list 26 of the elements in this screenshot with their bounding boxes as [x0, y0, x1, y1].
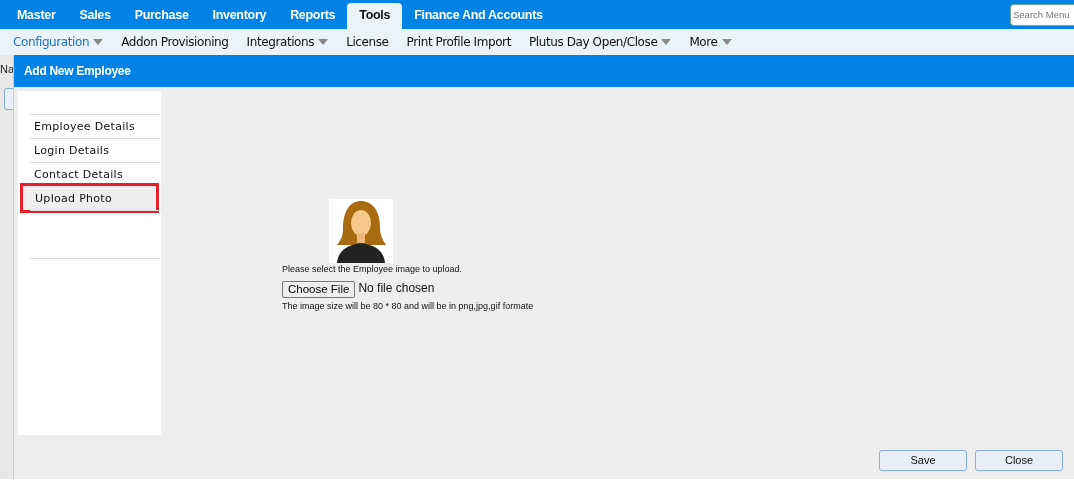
submenu-item[interactable]: More	[680, 33, 741, 51]
upload-hint: The image size will be 80 * 80 and will be in png,jpg,gif formate	[282, 299, 534, 313]
sidebar-item[interactable]: Login Details	[30, 138, 161, 162]
menu-tab[interactable]: Sales	[67, 3, 123, 29]
dialog-title: Add New Employee	[14, 55, 1074, 87]
submenu-item[interactable]: Print Profile Import	[397, 33, 520, 51]
file-status: No file chosen	[358, 280, 435, 297]
choose-file-button[interactable]: Choose File	[282, 280, 356, 298]
submenu-item[interactable]: License	[337, 33, 398, 51]
menu-tab[interactable]: Inventory	[200, 3, 279, 29]
avatar-icon	[329, 199, 393, 263]
upload-instruction: Please select the Employee image to upload.	[282, 263, 464, 276]
submenu-item[interactable]: Plutus Day Open/Close	[519, 33, 681, 51]
close-button[interactable]: Close	[975, 450, 1063, 471]
menu-tab[interactable]: Reports	[278, 3, 348, 29]
submenu-item[interactable]: Configuration	[4, 33, 113, 51]
menu-tab[interactable]: Tools	[347, 3, 403, 29]
search-field[interactable]: Search Menu	[1010, 3, 1074, 26]
menu-tab[interactable]: Purchase	[122, 3, 201, 29]
submenu-item[interactable]: Addon Provisioning	[112, 33, 238, 51]
sidebar-item[interactable]: Employee Details	[30, 114, 161, 138]
menu-tab[interactable]: Master	[5, 3, 68, 29]
save-button[interactable]: Save	[879, 450, 967, 471]
menu-tab[interactable]: Finance And Accounts	[402, 3, 555, 29]
submenu-item[interactable]: Integrations	[237, 33, 338, 51]
sidebar-item[interactable]: Upload Photo	[23, 186, 156, 210]
